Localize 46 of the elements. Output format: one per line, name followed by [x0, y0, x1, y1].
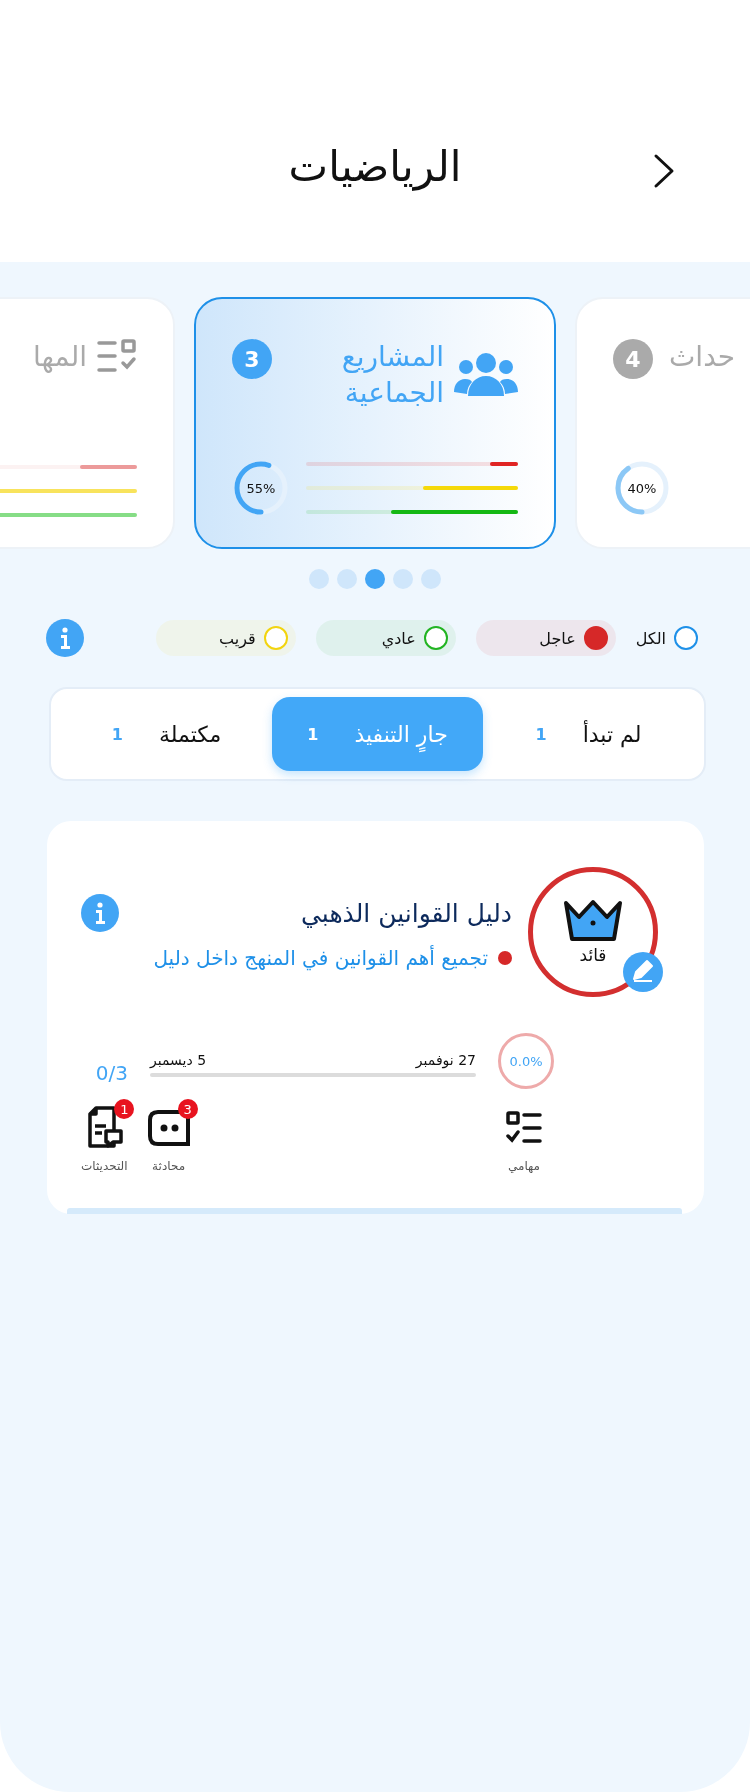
radio-dot[interactable]: [674, 626, 698, 650]
page-dot[interactable]: [309, 569, 329, 589]
info-icon[interactable]: [46, 619, 84, 657]
people-group-icon: [454, 352, 518, 399]
filter-label: عادي: [381, 628, 416, 648]
chevron-right-icon[interactable]: [653, 153, 675, 189]
percent-label: 55%: [246, 481, 276, 495]
project-description: تجميع أهم القوانين في المنهج داخل دليل: [153, 946, 488, 970]
tasks-count: 0/3: [95, 1061, 128, 1085]
checklist-icon[interactable]: [506, 1111, 542, 1145]
crown-icon: [562, 899, 624, 943]
page-dot[interactable]: [337, 569, 357, 589]
notification-badge: 3: [177, 1099, 198, 1119]
count-badge: 4: [613, 339, 653, 379]
category-title: المشاريع الجماعية: [340, 339, 444, 412]
category-title: المها: [32, 339, 87, 375]
page-dot[interactable]: [421, 569, 441, 589]
filter-chip[interactable]: قريب: [155, 620, 296, 656]
end-date: 5 ديسمبر: [150, 1052, 207, 1068]
action-label[interactable]: التحديثات: [81, 1159, 128, 1173]
progress-ring: [613, 459, 671, 517]
radio-dot[interactable]: [423, 626, 448, 650]
filter-label: قريب: [219, 628, 256, 648]
leader-label: قائد: [579, 945, 607, 965]
filter-chip[interactable]: عادي: [315, 620, 456, 656]
progress-ring: [232, 459, 290, 517]
page-title: الرياضيات: [288, 141, 462, 191]
filter-chip[interactable]: عاجل: [475, 620, 616, 656]
edit-icon[interactable]: [623, 952, 663, 992]
percent-label: 40%: [627, 481, 657, 495]
notification-badge: 1: [114, 1099, 135, 1119]
filter-chip[interactable]: الكل: [635, 620, 706, 656]
start-date: 27 نوفمبر: [415, 1052, 476, 1068]
info-icon[interactable]: [81, 894, 119, 932]
category-title: حداث: [669, 339, 736, 375]
action-label[interactable]: مهامي: [508, 1159, 541, 1173]
filter-label: الكل: [635, 628, 666, 648]
page-dot[interactable]: [365, 569, 385, 589]
progress-ring: 0.0%: [498, 1033, 554, 1089]
action-label[interactable]: محادثة: [152, 1159, 186, 1173]
filter-label: عاجل: [539, 628, 576, 648]
count-badge: 3: [232, 339, 272, 379]
status-dot: [498, 951, 512, 965]
page-dot[interactable]: [393, 569, 413, 589]
project-title: دليل القوانين الذهبي: [301, 898, 512, 928]
radio-dot[interactable]: [583, 626, 608, 650]
